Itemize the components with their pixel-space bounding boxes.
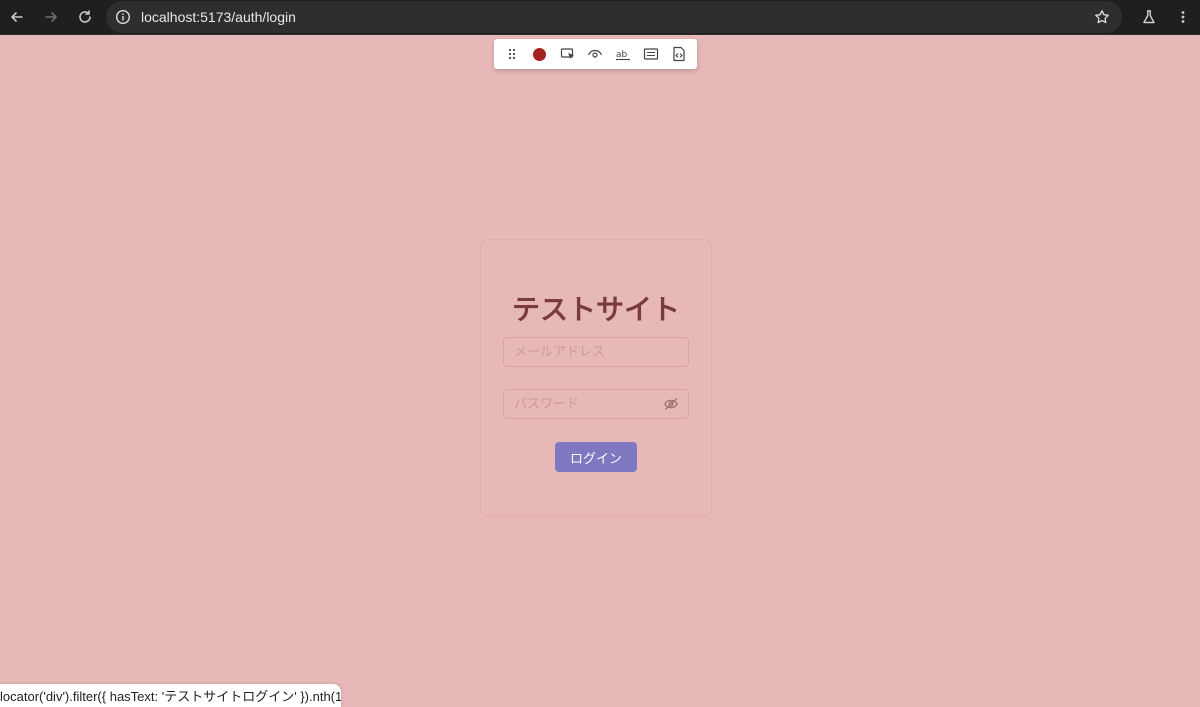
locator-hint: locator('div').filter({ hasText: 'テストサイト… xyxy=(0,684,341,707)
pick-locator-icon xyxy=(560,48,574,59)
recorder-toolbar: ab xyxy=(494,39,697,69)
forward-arrow-icon xyxy=(45,12,57,22)
assert-value-button[interactable] xyxy=(640,43,662,65)
value-field-icon xyxy=(644,48,659,60)
eye-off-icon xyxy=(664,398,678,410)
kebab-menu-icon xyxy=(1181,11,1185,23)
email-input[interactable] xyxy=(504,338,688,366)
code-file-icon xyxy=(673,46,685,62)
url-text[interactable]: localhost:5173/auth/login xyxy=(141,9,296,25)
pick-locator-button[interactable] xyxy=(557,43,579,65)
record-button[interactable] xyxy=(529,43,551,65)
password-field[interactable] xyxy=(503,389,689,419)
site-info-button[interactable] xyxy=(107,1,139,33)
svg-text:ab: ab xyxy=(616,50,628,60)
labs-button[interactable] xyxy=(1132,0,1166,34)
reload-icon xyxy=(79,10,91,23)
assert-text-button[interactable]: ab xyxy=(612,43,634,65)
toggle-password-visibility[interactable] xyxy=(663,396,679,412)
drag-handle-icon xyxy=(508,48,516,60)
forward-button[interactable] xyxy=(34,0,68,34)
login-button[interactable]: ログイン xyxy=(555,442,637,472)
address-bar[interactable]: localhost:5173/auth/login xyxy=(106,1,1122,33)
text-ab-icon: ab xyxy=(616,50,631,61)
record-icon xyxy=(533,47,547,61)
password-input[interactable] xyxy=(504,390,663,418)
info-icon xyxy=(115,9,131,25)
star-icon[interactable] xyxy=(1094,9,1110,25)
eye-icon xyxy=(588,49,603,58)
drag-handle[interactable] xyxy=(501,43,523,65)
flask-icon xyxy=(1143,10,1155,24)
browser-toolbar: localhost:5173/auth/login xyxy=(0,0,1200,34)
reload-button[interactable] xyxy=(68,0,102,34)
back-button[interactable] xyxy=(0,0,34,34)
email-field[interactable] xyxy=(503,337,689,367)
assert-visibility-button[interactable] xyxy=(584,43,606,65)
site-title: テストサイト xyxy=(511,293,680,326)
menu-button[interactable] xyxy=(1166,0,1200,34)
assert-snapshot-button[interactable] xyxy=(668,43,690,65)
login-card: テストサイト ログイン xyxy=(480,239,712,517)
back-arrow-icon xyxy=(11,12,23,22)
